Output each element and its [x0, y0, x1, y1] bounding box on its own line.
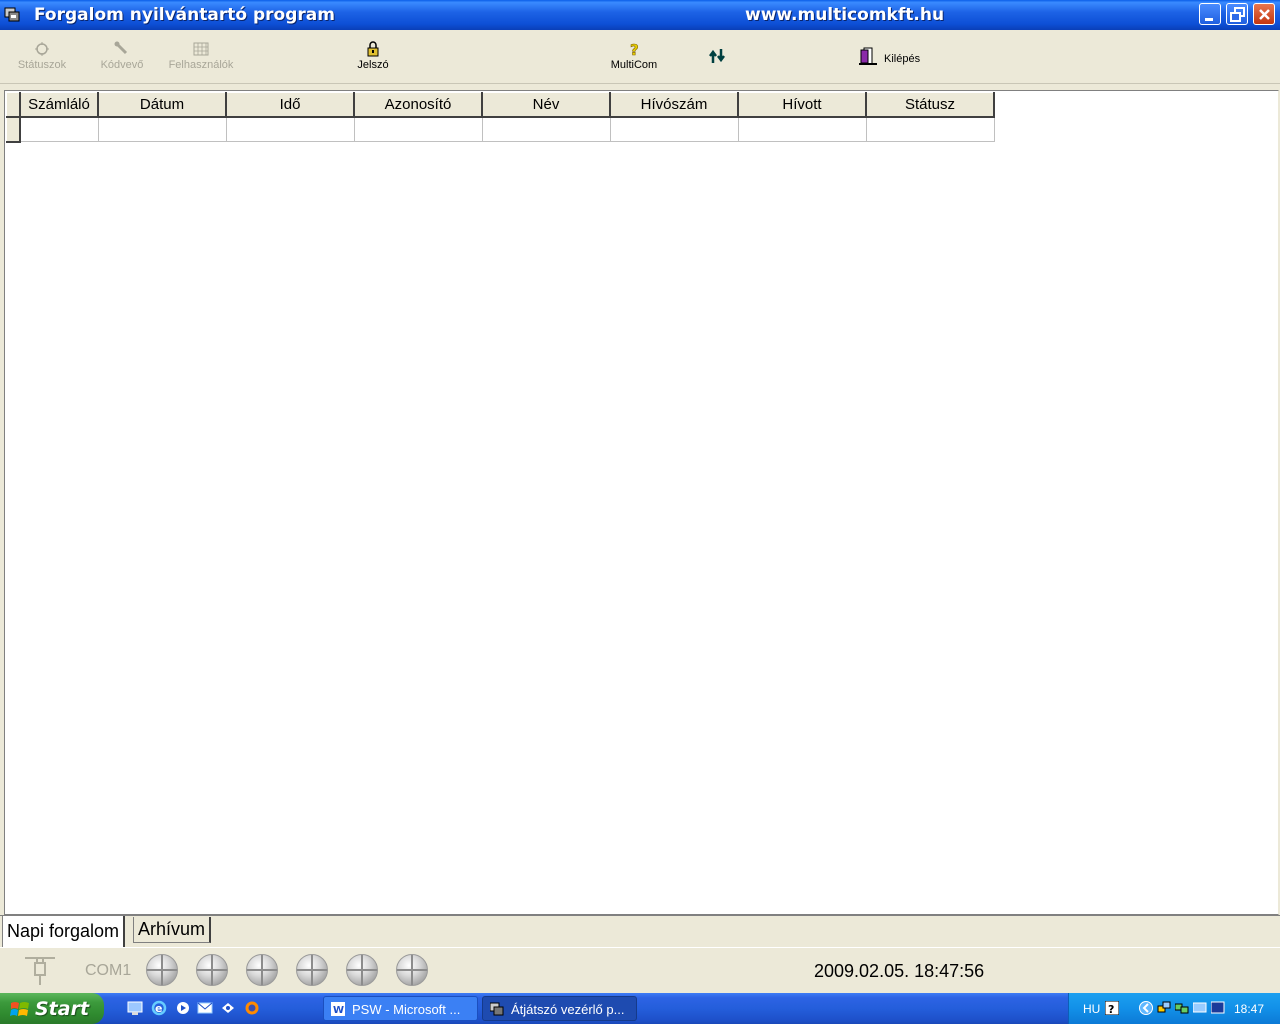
start-button[interactable]: Start: [0, 993, 104, 1024]
port-led-icon: [196, 954, 228, 986]
grid-icon: [193, 42, 209, 56]
internet-explorer-icon[interactable]: e: [151, 1000, 167, 1016]
row-indicator[interactable]: [6, 116, 21, 143]
network-connection-icon[interactable]: [1175, 1001, 1189, 1015]
lock-icon: [367, 41, 379, 57]
status-bar: COM1 2009.02.05. 18:47:56: [0, 947, 1280, 992]
tab-arhivum[interactable]: Arhívum: [133, 917, 212, 943]
cell[interactable]: [610, 116, 739, 142]
system-tray: HU ? 18:47: [1068, 993, 1280, 1024]
cell[interactable]: [226, 116, 355, 142]
svg-text:?: ?: [1108, 1003, 1114, 1015]
port-led-icon: [396, 954, 428, 986]
port-led-icon: [146, 954, 178, 986]
wrench-icon: [114, 41, 128, 55]
col-statusz[interactable]: Státusz: [865, 92, 995, 118]
toolbar: Státuszok Kódvevő Felhasználók Jelszó ? …: [0, 30, 1280, 84]
tab-strip: Napi forgalom Arhívum: [0, 915, 1280, 947]
window-title: Forgalom nyilvántartó program: [34, 5, 335, 25]
col-hivott[interactable]: Hívott: [737, 92, 867, 118]
com-port-label: COM1: [85, 962, 132, 979]
col-szamlalo[interactable]: Számláló: [19, 92, 99, 118]
col-nev[interactable]: Név: [481, 92, 611, 118]
col-ido[interactable]: Idő: [225, 92, 355, 118]
help-icon[interactable]: ?: [1105, 1001, 1119, 1015]
port-led-icon: [246, 954, 278, 986]
cell[interactable]: [482, 116, 611, 142]
window-url: www.multicomkft.hu: [745, 5, 945, 25]
restore-button[interactable]: [1226, 3, 1248, 25]
monitor-icon[interactable]: [1193, 1001, 1207, 1015]
language-indicator[interactable]: HU: [1083, 1002, 1100, 1016]
windows-logo-icon: [10, 1002, 29, 1016]
svg-text:W: W: [333, 1005, 344, 1016]
taskbar-item-psw[interactable]: W PSW - Microsoft ...: [323, 996, 478, 1021]
port-led-icon: [346, 954, 378, 986]
chevron-left-icon[interactable]: [1139, 1001, 1153, 1015]
cell[interactable]: [866, 116, 995, 142]
media-player-icon[interactable]: [175, 1000, 191, 1016]
col-datum[interactable]: Dátum: [97, 92, 227, 118]
jelszo-button[interactable]: Jelszó: [350, 40, 396, 71]
row-indicator-header: [6, 92, 21, 118]
outlook-icon[interactable]: [197, 1000, 213, 1016]
felhasznalok-button[interactable]: Felhasználók: [166, 40, 236, 71]
desktop-icon[interactable]: [127, 1000, 143, 1016]
multicom-button[interactable]: ? MultiCom: [606, 40, 662, 71]
kodvevo-button[interactable]: Kódvevő: [96, 40, 148, 71]
col-azonosito[interactable]: Azonosító: [353, 92, 483, 118]
word-icon: W: [331, 1002, 345, 1016]
network-icon[interactable]: [1157, 1001, 1171, 1015]
sort-button[interactable]: [705, 47, 729, 65]
tab-napi-forgalom[interactable]: Napi forgalom: [2, 916, 126, 947]
svg-text:?: ?: [630, 41, 639, 58]
status-datetime: 2009.02.05. 18:47:56: [814, 961, 985, 981]
app-icon: [490, 1002, 504, 1016]
close-button[interactable]: [1253, 3, 1275, 25]
taskbar: Start e W PSW - Microsoft ... Átjátszó v…: [0, 993, 1280, 1024]
statuszok-button[interactable]: Státuszok: [14, 40, 70, 71]
status-icon: [35, 42, 49, 56]
port-led-icon: [296, 954, 328, 986]
help-icon: ?: [630, 41, 639, 58]
cell[interactable]: [738, 116, 867, 142]
taskbar-clock[interactable]: 18:47: [1234, 1002, 1264, 1016]
table-row[interactable]: [6, 116, 995, 143]
cell[interactable]: [354, 116, 483, 142]
display-icon[interactable]: [1211, 1001, 1225, 1015]
data-grid[interactable]: Számláló Dátum Idő Azonosító Név Hívószá…: [4, 90, 1279, 915]
svg-text:e: e: [155, 1002, 162, 1015]
firefox-icon[interactable]: [244, 1000, 260, 1016]
app-icon[interactable]: [4, 6, 20, 22]
messenger-icon[interactable]: [220, 1000, 236, 1016]
up-down-arrows-icon: [709, 49, 725, 63]
taskbar-item-atjatszo[interactable]: Átjátszó vezérlő p...: [482, 996, 637, 1021]
exit-door-icon: [859, 47, 877, 65]
cell[interactable]: [98, 116, 227, 142]
cell[interactable]: [20, 116, 99, 142]
col-hivoszam[interactable]: Hívószám: [609, 92, 739, 118]
plug-icon: [25, 957, 55, 985]
grid-header-row: Számláló Dátum Idő Azonosító Név Hívószá…: [6, 92, 995, 118]
title-bar[interactable]: Forgalom nyilvántartó program www.multic…: [0, 0, 1280, 30]
minimize-button[interactable]: [1199, 3, 1221, 25]
